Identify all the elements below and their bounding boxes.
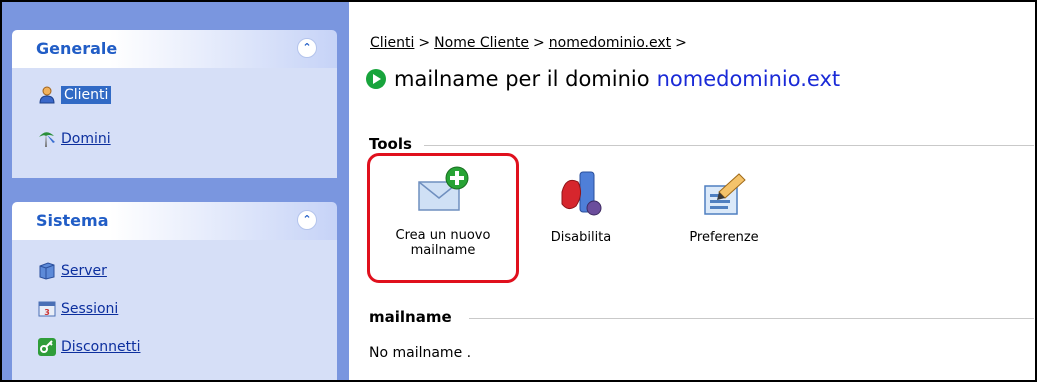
sidebar-item-label[interactable]: Server xyxy=(61,263,107,279)
breadcrumb-item-dominio[interactable]: nomedominio.ext xyxy=(549,35,671,51)
window-frame: Generale ⌃ Clienti Domini Sistema ⌃ Serv… xyxy=(0,0,1037,382)
domain-icon xyxy=(38,130,56,148)
empty-message: No mailname . xyxy=(369,345,472,361)
chevron-up-double-icon[interactable]: ⌃ xyxy=(297,210,317,230)
breadcrumb-item-clienti[interactable]: Clienti xyxy=(370,35,414,51)
svg-text:3: 3 xyxy=(44,308,50,317)
tool-label: Disabilita xyxy=(550,230,612,245)
page-title-domain: nomedominio.ext xyxy=(656,67,841,91)
sidebar-item-disconnetti[interactable]: Disconnetti xyxy=(38,336,140,358)
sidebar-item-label[interactable]: Domini xyxy=(61,131,111,147)
sidebar: Generale ⌃ Clienti Domini Sistema ⌃ Serv… xyxy=(2,2,349,380)
arrow-right-icon xyxy=(366,69,386,89)
sidebar-item-server[interactable]: Server xyxy=(38,260,107,282)
server-icon xyxy=(38,262,56,280)
sidebar-item-domini[interactable]: Domini xyxy=(38,128,111,150)
breadcrumb-item-cliente[interactable]: Nome Cliente xyxy=(434,35,529,51)
preferences-icon xyxy=(699,168,749,218)
breadcrumb-separator: > xyxy=(418,35,431,51)
divider xyxy=(469,318,1034,319)
panel-sistema: Sistema ⌃ Server 3 Sessioni Disconnetti xyxy=(12,202,337,380)
create-mailname-button[interactable]: Crea un nuovo mailname xyxy=(373,162,513,258)
sidebar-item-label[interactable]: Sessioni xyxy=(61,301,118,317)
logout-icon xyxy=(38,338,56,356)
breadcrumb-separator: > xyxy=(533,35,545,51)
new-mail-icon xyxy=(415,162,471,218)
chevron-up-double-icon[interactable]: ⌃ xyxy=(297,38,317,58)
tool-label: Preferenze xyxy=(689,230,759,245)
panel-sistema-title: Sistema xyxy=(36,211,109,230)
tools-section-title: Tools xyxy=(369,135,412,153)
disable-icon xyxy=(556,168,606,218)
panel-generale: Generale ⌃ Clienti Domini xyxy=(12,30,337,178)
panel-sistema-header[interactable]: Sistema ⌃ xyxy=(12,202,337,240)
panel-generale-title: Generale xyxy=(36,39,118,58)
main-content: Clienti > Nome Cliente > nomedominio.ext > ma… xyxy=(349,2,1035,380)
sidebar-item-clienti[interactable]: Clienti xyxy=(38,84,112,106)
page-title-text: mailname per il dominio xyxy=(394,67,650,91)
panel-generale-body: Clienti Domini xyxy=(12,68,337,178)
breadcrumb: Clienti > Nome Cliente > nomedominio.ext > xyxy=(370,35,691,51)
page-title: mailname per il dominio nomedominio.ext xyxy=(366,65,840,93)
sidebar-item-label[interactable]: Clienti xyxy=(61,86,112,104)
tool-label: Crea un nuovo xyxy=(395,228,491,243)
panel-generale-header[interactable]: Generale ⌃ xyxy=(12,30,337,68)
sessions-icon: 3 xyxy=(38,300,56,318)
tool-label: mailname xyxy=(410,243,476,258)
sidebar-item-label[interactable]: Disconnetti xyxy=(61,339,140,355)
divider xyxy=(424,145,1034,146)
disable-button[interactable]: Disabilita xyxy=(541,168,621,245)
preferences-button[interactable]: Preferenze xyxy=(679,168,769,245)
breadcrumb-separator: > xyxy=(675,35,687,51)
user-icon xyxy=(38,86,56,104)
mailname-section-title: mailname xyxy=(369,308,452,326)
panel-sistema-body: Server 3 Sessioni Disconnetti xyxy=(12,240,337,380)
sidebar-item-sessioni[interactable]: 3 Sessioni xyxy=(38,298,118,320)
